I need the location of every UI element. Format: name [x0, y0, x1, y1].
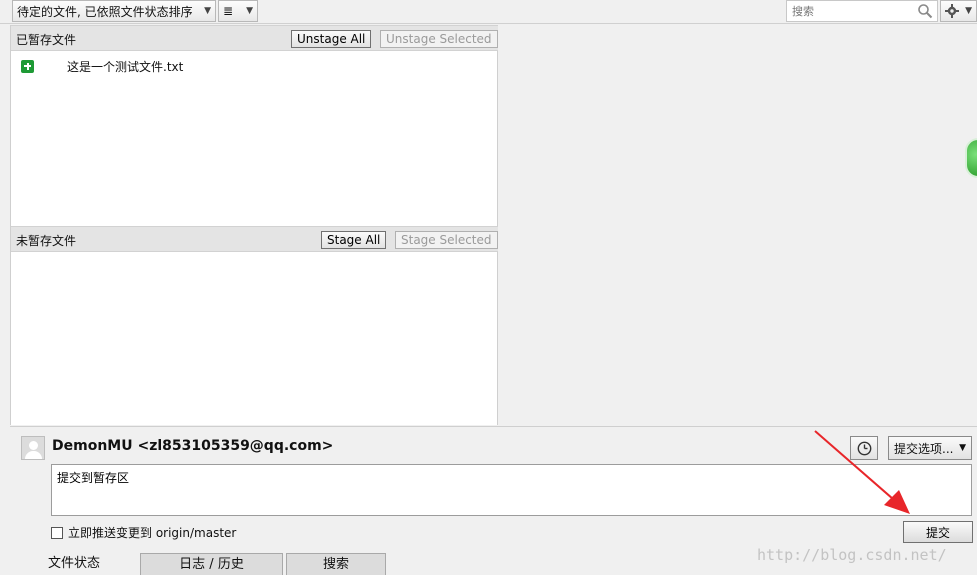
commit-options-label: 提交选项... [894, 441, 954, 456]
stage-selected-button[interactable]: Stage Selected [395, 231, 498, 249]
staged-files-title: 已暂存文件 [16, 33, 77, 47]
search-icon[interactable] [917, 3, 933, 19]
unstaged-files-header: 未暂存文件 Stage All Stage Selected [11, 226, 498, 252]
search-input[interactable] [787, 1, 911, 21]
gear-icon [945, 4, 959, 18]
view-mode-dropdown[interactable]: ≣ ▼ [218, 0, 258, 22]
commit-options-dropdown[interactable]: 提交选项... ▼ [888, 436, 972, 460]
tab-file-status[interactable]: 文件状态 [34, 553, 114, 575]
chevron-down-icon: ▼ [965, 6, 972, 16]
avatar [21, 436, 45, 460]
list-view-icon: ≣ [223, 4, 234, 18]
clock-icon [857, 441, 872, 456]
top-toolbar: 待定的文件, 已依照文件状态排序 ▼ ≣ ▼ ▼ [0, 0, 977, 24]
push-checkbox[interactable] [51, 526, 63, 539]
staged-files-list: 这是一个测试文件.txt [11, 51, 498, 226]
chevron-down-icon: ▼ [246, 6, 253, 16]
push-label: 立即推送变更到 origin/master [68, 526, 237, 540]
watermark: http://blog.csdn.net/ [757, 546, 947, 564]
commit-author: DemonMU <zl853105359@qq.com> [52, 438, 334, 454]
commit-button[interactable]: 提交 [903, 521, 973, 543]
unstage-all-button[interactable]: Unstage All [291, 30, 372, 48]
tab-log-history[interactable]: 日志 / 历史 [140, 553, 283, 575]
list-item[interactable]: 这是一个测试文件.txt [21, 57, 183, 75]
push-option[interactable]: 立即推送变更到 origin/master [51, 524, 236, 541]
file-sort-label: 待定的文件, 已依照文件状态排序 [17, 4, 193, 19]
staged-files-header: 已暂存文件 Unstage All Unstage Selected [11, 25, 498, 51]
commit-message-input[interactable]: 提交到暂存区 [51, 464, 972, 516]
commit-history-button[interactable] [850, 436, 878, 460]
diff-view-pane [498, 25, 977, 425]
search-box [786, 0, 938, 22]
file-name: 这是一个测试文件.txt [67, 59, 184, 74]
file-status-panel: 已暂存文件 Unstage All Unstage Selected 这是一个测… [10, 25, 498, 425]
settings-dropdown[interactable]: ▼ [940, 0, 977, 22]
chevron-down-icon: ▼ [204, 6, 211, 16]
tab-search[interactable]: 搜索 [286, 553, 386, 575]
unstage-selected-button[interactable]: Unstage Selected [380, 30, 498, 48]
chevron-down-icon: ▼ [959, 443, 966, 453]
stage-all-button[interactable]: Stage All [321, 231, 387, 249]
floating-badge [965, 138, 977, 178]
file-sort-dropdown[interactable]: 待定的文件, 已依照文件状态排序 ▼ [12, 0, 216, 22]
unstaged-files-title: 未暂存文件 [16, 234, 77, 248]
file-added-icon [21, 59, 34, 73]
